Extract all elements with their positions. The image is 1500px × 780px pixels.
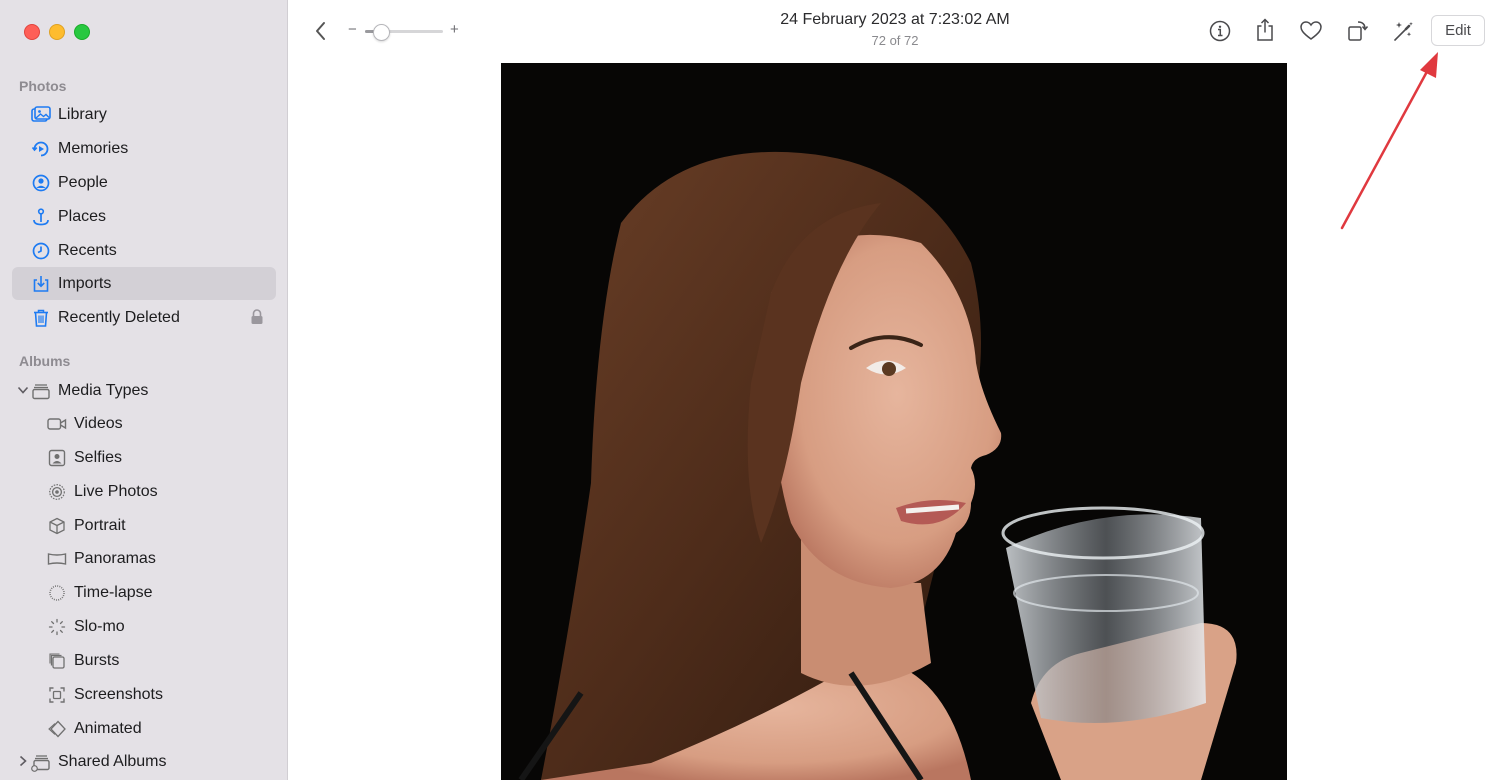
zoom-in-button[interactable]: + (450, 21, 459, 38)
sidebar-item-label: Media Types (58, 381, 149, 399)
annotation-arrow-icon (1340, 52, 1438, 230)
close-window-button[interactable] (24, 24, 40, 40)
zoom-slider-knob[interactable] (372, 24, 390, 41)
sidebar-item-label: Bursts (74, 651, 120, 669)
sidebar-item-label: Live Photos (74, 482, 158, 500)
photos-window: Photos Library Memories People Places Re… (0, 0, 1500, 780)
info-icon (1209, 20, 1231, 42)
library-icon (31, 105, 51, 125)
sidebar-item-label: Recently Deleted (58, 308, 180, 326)
folder-stack-icon (31, 381, 51, 401)
rotate-button[interactable] (1346, 17, 1370, 43)
photo-title-block: 24 February 2023 at 7:23:02 AM 72 of 72 (770, 11, 1020, 48)
zoom-window-button[interactable] (74, 24, 90, 40)
window-controls (24, 24, 90, 40)
sidebar-item-recents[interactable]: Recents (12, 234, 276, 267)
favorite-button[interactable] (1299, 19, 1323, 43)
sidebar-item-label: Animated (74, 719, 142, 737)
sidebar-item-label: Recents (58, 241, 117, 259)
sidebar-item-shared-albums[interactable]: Shared Albums (12, 745, 276, 778)
slo-mo-icon (47, 617, 67, 637)
sidebar-item-label: Time-lapse (74, 583, 153, 601)
bursts-icon (47, 651, 67, 671)
sidebar-item-label: People (58, 173, 108, 191)
sidebar-item-people[interactable]: People (12, 166, 276, 199)
animated-icon (47, 719, 67, 739)
share-button[interactable] (1253, 17, 1277, 43)
sidebar-item-label: Slo-mo (74, 617, 125, 635)
favorite-icon (1300, 21, 1322, 40)
sidebar-item-slo-mo[interactable]: Slo-mo (12, 610, 276, 643)
lock-icon (250, 309, 264, 330)
sidebar-item-label: Places (58, 207, 107, 225)
portrait-photo-image (501, 63, 1287, 780)
screenshot-icon (47, 685, 67, 705)
sidebar-item-label: Library (58, 105, 107, 123)
photo-display[interactable] (501, 63, 1287, 780)
sidebar-item-screenshots[interactable]: Screenshots (12, 678, 276, 711)
sidebar-item-media-types[interactable]: Media Types (12, 374, 276, 407)
sidebar-item-live-photos[interactable]: Live Photos (12, 475, 276, 508)
sidebar-item-recently-deleted[interactable]: Recently Deleted (12, 301, 276, 334)
sidebar-item-panoramas[interactable]: Panoramas (12, 542, 276, 575)
photo-viewer: − + 24 February 2023 at 7:23:02 AM 72 of… (288, 0, 1500, 780)
shared-albums-icon (31, 752, 51, 772)
sidebar-item-label: Screenshots (74, 685, 163, 703)
sidebar-item-places[interactable]: Places (12, 200, 276, 233)
panorama-icon (47, 549, 67, 569)
live-photo-icon (47, 482, 67, 502)
auto-enhance-icon (1394, 22, 1413, 41)
sidebar-item-library[interactable]: Library (12, 98, 276, 131)
info-button[interactable] (1208, 19, 1232, 43)
selfie-icon (47, 448, 67, 468)
video-icon (47, 414, 67, 434)
photo-date-title: 24 February 2023 at 7:23:02 AM (780, 11, 1010, 28)
chevron-right-icon[interactable] (16, 754, 30, 768)
sidebar-item-label: Memories (58, 139, 129, 157)
sidebar-item-label: Imports (58, 274, 112, 292)
sidebar-item-memories[interactable]: Memories (12, 132, 276, 165)
sidebar-item-label: Portrait (74, 516, 126, 534)
sidebar-item-videos[interactable]: Videos (12, 407, 276, 440)
sidebar-item-portrait[interactable]: Portrait (12, 509, 276, 542)
photo-count-subtitle: 72 of 72 (871, 33, 919, 48)
sidebar-item-label: Videos (74, 414, 123, 432)
clock-icon (31, 241, 51, 261)
places-icon (31, 207, 51, 227)
trash-icon (31, 308, 51, 328)
minimize-window-button[interactable] (49, 24, 65, 40)
sidebar-item-imports[interactable]: Imports (12, 267, 276, 300)
time-lapse-icon (47, 583, 67, 603)
chevron-down-icon[interactable] (16, 383, 30, 397)
sidebar-item-time-lapse[interactable]: Time-lapse (12, 576, 276, 609)
sidebar-item-label: Shared Albums (58, 752, 167, 770)
people-icon (31, 173, 51, 193)
rotate-icon (1348, 21, 1369, 41)
auto-enhance-button[interactable] (1391, 19, 1415, 43)
back-icon (316, 22, 325, 40)
sidebar-item-label: Panoramas (74, 549, 156, 567)
sidebar-item-selfies[interactable]: Selfies (12, 441, 276, 474)
back-button[interactable] (310, 20, 332, 42)
sidebar: Photos Library Memories People Places Re… (0, 0, 288, 780)
photos-section-label: Photos (19, 78, 67, 94)
imports-icon (31, 274, 51, 294)
sidebar-item-animated[interactable]: Animated (12, 712, 276, 745)
albums-section-label: Albums (19, 353, 71, 369)
cube-icon (47, 516, 67, 536)
edit-button[interactable]: Edit (1431, 15, 1485, 46)
memories-icon (31, 139, 51, 159)
sidebar-item-bursts[interactable]: Bursts (12, 644, 276, 677)
share-icon (1257, 18, 1273, 41)
zoom-out-button[interactable]: − (348, 21, 357, 38)
sidebar-item-label: Selfies (74, 448, 123, 466)
